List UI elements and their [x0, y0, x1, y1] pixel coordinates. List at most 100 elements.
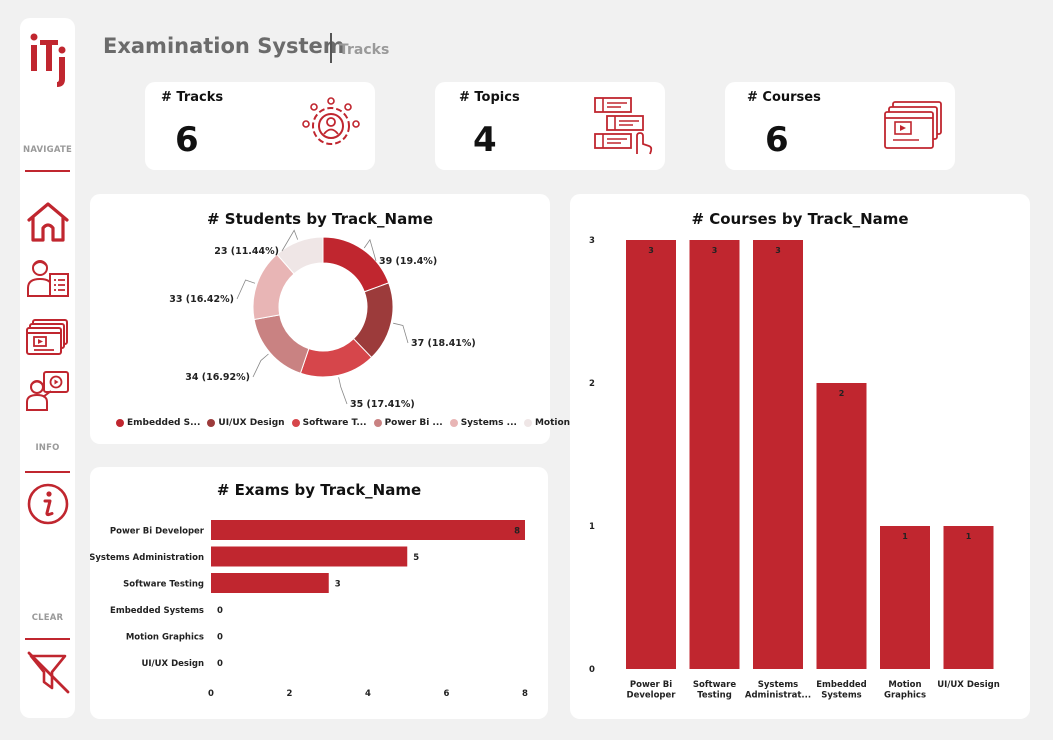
exam-bar[interactable] [211, 573, 329, 593]
leader-line [252, 353, 269, 378]
bar-value-label: 1 [902, 532, 908, 541]
clear-filter-icon[interactable] [24, 648, 72, 696]
exam-bar[interactable] [211, 520, 525, 540]
course-bar[interactable] [689, 240, 740, 669]
legend-item[interactable]: Software T... [291, 418, 367, 428]
category-label: UI/UX Design [937, 680, 1000, 690]
info-section-label: INFO [35, 443, 60, 453]
category-label: Power Bi Developer [627, 680, 677, 701]
sidebar: NAVIGATE INFO CLEAR [20, 18, 75, 718]
data-label: 39 (19.4%) [379, 256, 437, 267]
page-title: Examination System [103, 34, 345, 58]
x-tick-label: 4 [365, 689, 371, 699]
bar-value-label: 0 [217, 659, 223, 669]
kpi-label: # Tracks [161, 90, 224, 105]
x-tick-label: 2 [287, 689, 293, 699]
instructor-icon[interactable] [24, 368, 72, 416]
legend-label: UI/UX Design [218, 418, 285, 428]
category-label: Software Testing [123, 580, 204, 590]
students-by-track-card: # Students by Track_Name 39 (19.4%) 37 (1… [90, 194, 583, 444]
leader-line [338, 377, 348, 405]
kpi-label: # Courses [747, 90, 821, 105]
legend-swatch [291, 419, 300, 427]
legend-swatch [523, 419, 532, 427]
legend-swatch [116, 419, 124, 427]
data-label: 23 (11.44%) [214, 246, 279, 257]
bar-value-label: 5 [413, 553, 419, 563]
data-label: 37 (18.41%) [411, 338, 476, 349]
y-tick-label: 3 [589, 236, 595, 246]
bar-value-label: 0 [217, 633, 223, 643]
title-divider [330, 33, 332, 63]
category-label: Motion Graphics [884, 680, 926, 701]
legend-swatch [373, 419, 382, 427]
legend-label: Systems ... [460, 418, 517, 428]
bar-value-label: 3 [712, 246, 718, 255]
courses-bar-chart: 0 1 2 3 3 Power Bi Developer 3 Software Testing 3 S… [589, 236, 1000, 701]
page-subtitle: Tracks [339, 42, 390, 58]
info-icon[interactable] [24, 480, 72, 528]
kpi-value: 4 [473, 120, 497, 160]
x-tick-label: 0 [208, 689, 214, 699]
nav-section-label: NAVIGATE [23, 145, 72, 155]
bar-value-label: 3 [775, 246, 781, 255]
kpi-value: 6 [175, 120, 199, 160]
team-gear-icon [302, 97, 360, 145]
legend-item[interactable]: Systems ... [449, 418, 517, 428]
courses-icon[interactable] [24, 314, 72, 362]
bar-value-label: 3 [648, 246, 654, 255]
legend-label: Embedded S... [127, 418, 201, 428]
exams-bar-chart: Power Bi Developer 8 Systems Administratio… [90, 520, 528, 699]
y-tick-label: 1 [589, 522, 595, 532]
bar-value-label: 1 [966, 532, 972, 541]
donut-legend: Embedded S... UI/UX Design Software T... Po… [116, 418, 583, 428]
bar-value-label: 2 [839, 389, 845, 398]
legend-swatch [449, 419, 458, 427]
leader-line [236, 279, 256, 300]
x-tick-label: 6 [444, 689, 450, 699]
x-tick-label: 8 [522, 689, 528, 699]
student-report-icon[interactable] [24, 254, 72, 302]
category-label: Embedded Systems [816, 680, 867, 701]
info-section-line [25, 471, 70, 473]
bar-value-label: 3 [335, 580, 341, 590]
legend-swatch [207, 419, 216, 427]
kpi-label: # Topics [459, 90, 520, 105]
legend-item[interactable]: Power Bi ... [373, 418, 443, 428]
y-tick-label: 0 [589, 665, 595, 675]
video-course-icon [884, 101, 942, 149]
nav-section-line [25, 170, 70, 172]
category-label: Systems Administration [90, 553, 204, 563]
course-bar[interactable] [626, 240, 676, 669]
legend-item[interactable]: UI/UX Design [207, 418, 285, 428]
course-bar[interactable] [880, 526, 930, 669]
data-label: 35 (17.41%) [350, 399, 415, 410]
exams-by-track-card: # Exams by Track_Name Power Bi Developer… [90, 467, 548, 719]
courses-by-track-card: # Courses by Track_Name 0 1 2 3 3 Power Bi Dev… [570, 194, 1030, 719]
data-label: 34 (16.92%) [185, 372, 250, 383]
kpi-card-tracks: # Tracks 6 [145, 82, 375, 170]
category-label: UI/UX Design [141, 659, 204, 669]
kpi-value: 6 [765, 120, 789, 160]
exam-bar[interactable] [211, 546, 408, 567]
course-bar[interactable] [753, 240, 803, 669]
clear-section-label: CLEAR [31, 613, 64, 623]
topic-list-icon [594, 97, 653, 155]
legend-item[interactable]: Embedded S... [116, 418, 200, 428]
donut-slice[interactable] [253, 314, 310, 374]
students-donut-chart: 39 (19.4%) 37 (18.41%) 35 (17.41%) 34 (16.9… [169, 229, 476, 410]
clear-section-line [25, 638, 70, 640]
home-icon[interactable] [24, 198, 72, 246]
leader-line [393, 322, 409, 344]
category-label: Motion Graphics [126, 633, 204, 643]
bar-value-label: 8 [514, 527, 520, 537]
legend-label: Power Bi ... [384, 418, 443, 428]
course-bar[interactable] [816, 383, 867, 669]
data-label: 33 (16.42%) [169, 294, 234, 305]
course-bar[interactable] [943, 526, 994, 669]
legend-label: Software T... [302, 418, 367, 428]
category-label: Power Bi Developer [110, 527, 205, 537]
y-tick-label: 2 [589, 379, 595, 389]
category-label: Software Testing [693, 680, 737, 701]
iti-logo [30, 33, 66, 87]
